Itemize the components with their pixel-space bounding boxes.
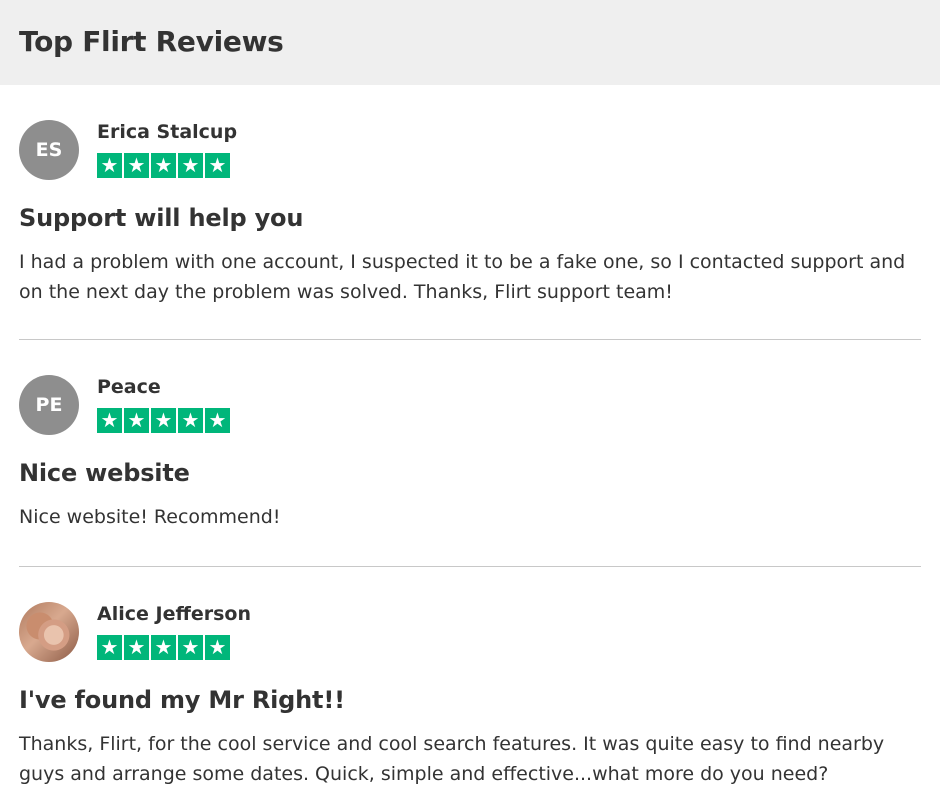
page-title: Top Flirt Reviews (19, 25, 284, 58)
star-icon: ★ (151, 153, 176, 178)
star-icon: ★ (124, 635, 149, 660)
reviewer-name: Peace (97, 376, 161, 398)
star-rating: ★ ★ ★ ★ ★ (97, 408, 230, 433)
review-card: ES Erica Stalcup ★ ★ ★ ★ ★ Support will … (19, 85, 921, 340)
star-icon: ★ (205, 635, 230, 660)
star-icon: ★ (178, 153, 203, 178)
star-icon: ★ (151, 635, 176, 660)
star-rating: ★ ★ ★ ★ ★ (97, 635, 251, 660)
star-icon: ★ (151, 408, 176, 433)
review-title: Nice website (19, 459, 190, 487)
star-icon: ★ (97, 635, 122, 660)
star-icon: ★ (97, 153, 122, 178)
star-icon: ★ (178, 635, 203, 660)
avatar: PE (19, 375, 79, 435)
star-icon: ★ (124, 408, 149, 433)
star-icon: ★ (124, 153, 149, 178)
review-title: I've found my Mr Right!! (19, 686, 345, 714)
avatar: ES (19, 120, 79, 180)
star-icon: ★ (205, 153, 230, 178)
star-rating: ★ ★ ★ ★ ★ (97, 153, 237, 178)
star-icon: ★ (178, 408, 203, 433)
reviewer-meta: Alice Jefferson ★ ★ ★ ★ ★ (97, 602, 251, 660)
reviewer-name: Alice Jefferson (97, 603, 251, 625)
reviewer: Alice Jefferson ★ ★ ★ ★ ★ (19, 602, 921, 664)
review-card: PE Peace ★ ★ ★ ★ ★ Nice website Nice web… (19, 340, 921, 567)
reviewer: PE Peace ★ ★ ★ ★ ★ (19, 375, 921, 437)
reviewer-meta: Peace ★ ★ ★ ★ ★ (97, 375, 230, 433)
avatar-photo (19, 602, 79, 662)
reviewer-meta: Erica Stalcup ★ ★ ★ ★ ★ (97, 120, 237, 178)
review-body: Nice website! Recommend! (19, 506, 281, 528)
star-icon: ★ (97, 408, 122, 433)
reviewer-name: Erica Stalcup (97, 121, 238, 143)
review-title: Support will help you (19, 204, 304, 232)
review-body: Thanks, Flirt, for the cool service and … (19, 733, 885, 785)
star-icon: ★ (205, 408, 230, 433)
page-header: Top Flirt Reviews (0, 0, 940, 85)
reviewer: ES Erica Stalcup ★ ★ ★ ★ ★ (19, 120, 921, 182)
review-body: I had a problem with one account, I susp… (19, 251, 906, 303)
review-list: ES Erica Stalcup ★ ★ ★ ★ ★ Support will … (0, 85, 940, 807)
review-card: Alice Jefferson ★ ★ ★ ★ ★ I've found my … (19, 567, 921, 807)
